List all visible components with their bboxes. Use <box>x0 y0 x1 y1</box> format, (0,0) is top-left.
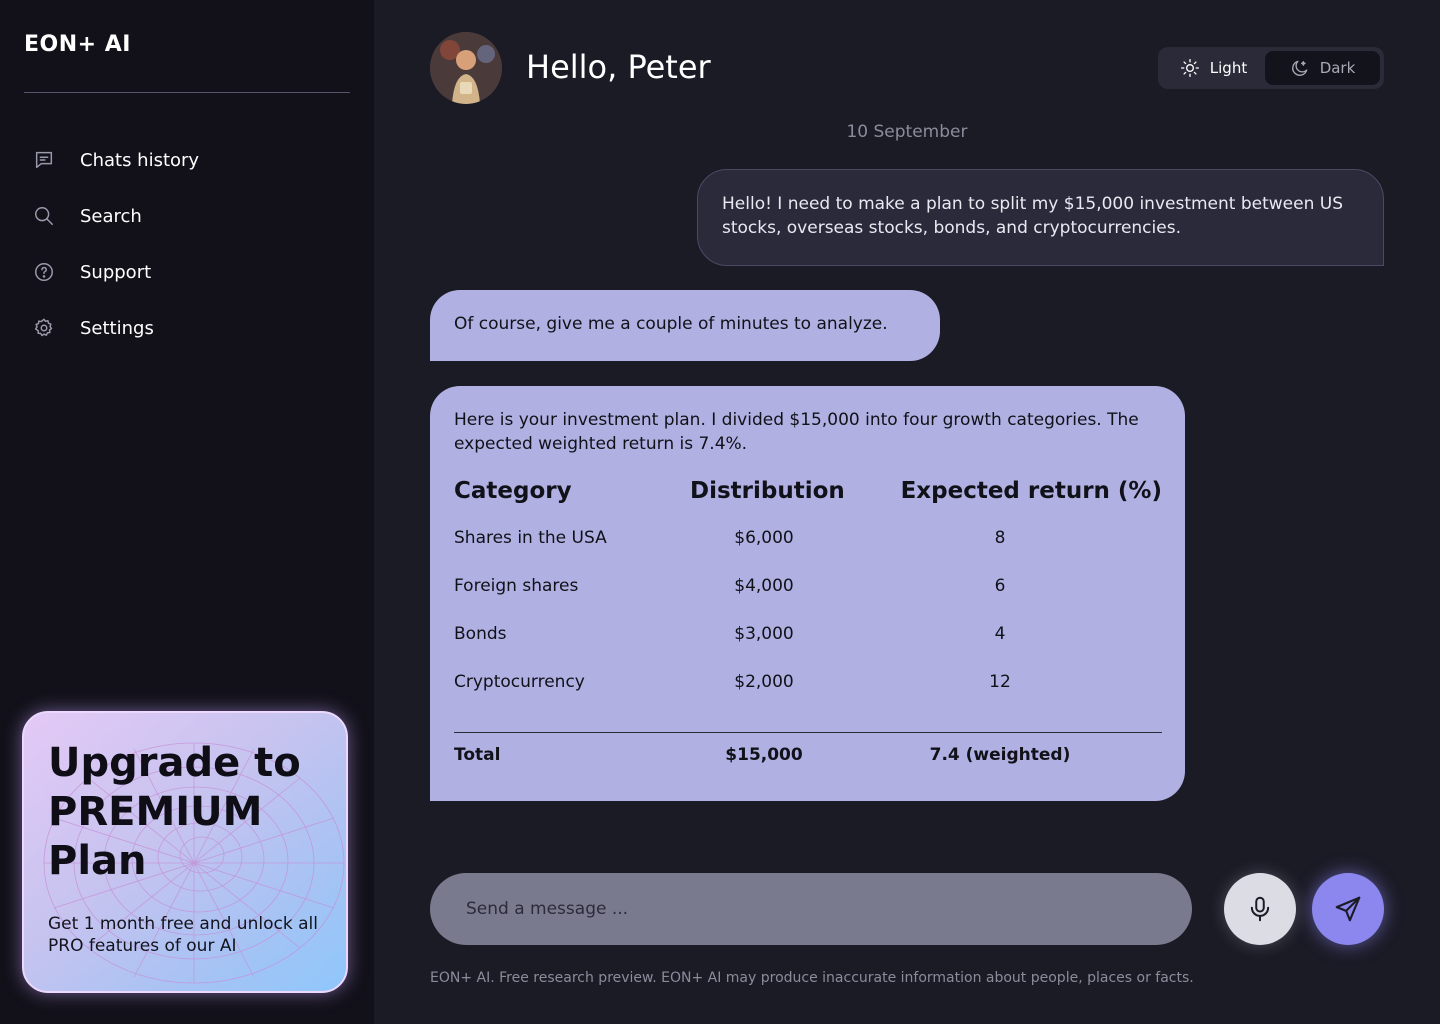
help-icon <box>32 260 56 284</box>
table-cell: 12 <box>989 672 1011 692</box>
table-cell: $3,000 <box>734 624 794 644</box>
table-cell: Foreign shares <box>454 576 579 596</box>
ai-message: Of course, give me a couple of minutes t… <box>430 290 940 361</box>
table-total-label: Total <box>454 745 501 765</box>
send-icon <box>1335 896 1361 922</box>
greeting-title: Hello, Peter <box>526 48 711 86</box>
investment-table: Category Distribution Expected return (%… <box>454 478 1162 793</box>
user-message: Hello! I need to make a plan to split my… <box>697 169 1384 266</box>
sidebar-item-settings[interactable]: Settings <box>32 308 332 348</box>
table-row: Foreign shares $4,000 6 <box>454 576 1162 624</box>
promo-title: Upgrade to PREMIUM Plan <box>48 740 301 884</box>
sidebar: EON+ AI Chats history Search Support Set… <box>0 0 374 1024</box>
theme-light-label: Light <box>1209 59 1248 77</box>
table-divider <box>454 732 1162 733</box>
table-cell: Shares in the USA <box>454 528 607 548</box>
sidebar-item-support[interactable]: Support <box>32 252 332 292</box>
table-header-distribution: Distribution <box>690 478 845 504</box>
table-total-return: 7.4 (weighted) <box>929 745 1071 765</box>
table-header-category: Category <box>454 478 572 504</box>
sidebar-item-label: Chats history <box>80 149 200 171</box>
ai-message-investment-plan: Here is your investment plan. I divided … <box>430 386 1185 801</box>
sidebar-item-search[interactable]: Search <box>32 196 332 236</box>
theme-light-button[interactable]: Light <box>1162 51 1265 85</box>
table-cell: $4,000 <box>734 576 794 596</box>
table-row: Shares in the USA $6,000 8 <box>454 528 1162 576</box>
message-input[interactable] <box>430 873 1192 945</box>
table-total-distribution: $15,000 <box>725 745 803 765</box>
footer-disclaimer: EON+ AI. Free research preview. EON+ AI … <box>430 970 1194 986</box>
theme-dark-label: Dark <box>1319 59 1356 77</box>
table-cell: 8 <box>994 528 1006 548</box>
table-cell: $6,000 <box>734 528 794 548</box>
promo-description: Get 1 month free and unlock all PRO feat… <box>48 914 318 956</box>
sun-icon <box>1180 59 1199 78</box>
brand-divider <box>24 92 350 93</box>
table-cell: $2,000 <box>734 672 794 692</box>
sidebar-item-chats-history[interactable]: Chats history <box>32 140 332 180</box>
table-cell: 4 <box>994 624 1006 644</box>
brand-logo: EON+ AI <box>24 32 131 57</box>
sidebar-item-label: Support <box>80 261 152 283</box>
sidebar-item-label: Settings <box>80 317 154 339</box>
ai-message-text: Here is your investment plan. I divided … <box>454 410 1139 454</box>
table-total-row: Total $15,000 7.4 (weighted) <box>454 745 1162 793</box>
microphone-icon <box>1250 896 1270 922</box>
search-icon <box>32 204 56 228</box>
sidebar-nav: Chats history Search Support Settings <box>32 140 332 364</box>
avatar[interactable] <box>430 32 502 104</box>
table-body: Shares in the USA $6,000 8 Foreign share… <box>454 528 1162 720</box>
chat-icon <box>32 148 56 172</box>
table-cell: Cryptocurrency <box>454 672 585 692</box>
table-cell: Bonds <box>454 624 507 644</box>
table-row: Bonds $3,000 4 <box>454 624 1162 672</box>
send-button[interactable] <box>1312 873 1384 945</box>
theme-toggle: Light Dark <box>1158 47 1384 89</box>
table-row: Cryptocurrency $2,000 12 <box>454 672 1162 720</box>
upgrade-promo-card[interactable]: Upgrade to PREMIUM Plan Get 1 month free… <box>22 711 348 993</box>
avatar-image <box>430 32 502 104</box>
table-header-expected-return: Expected return (%) <box>900 478 1162 504</box>
table-cell: 6 <box>994 576 1006 596</box>
theme-dark-button[interactable]: Dark <box>1265 51 1380 85</box>
moon-icon <box>1291 60 1308 76</box>
table-header-row: Category Distribution Expected return (%… <box>454 478 1162 512</box>
gear-icon <box>32 316 56 340</box>
chat-date: 10 September <box>846 122 968 142</box>
microphone-button[interactable] <box>1224 873 1296 945</box>
sidebar-item-label: Search <box>80 205 142 227</box>
